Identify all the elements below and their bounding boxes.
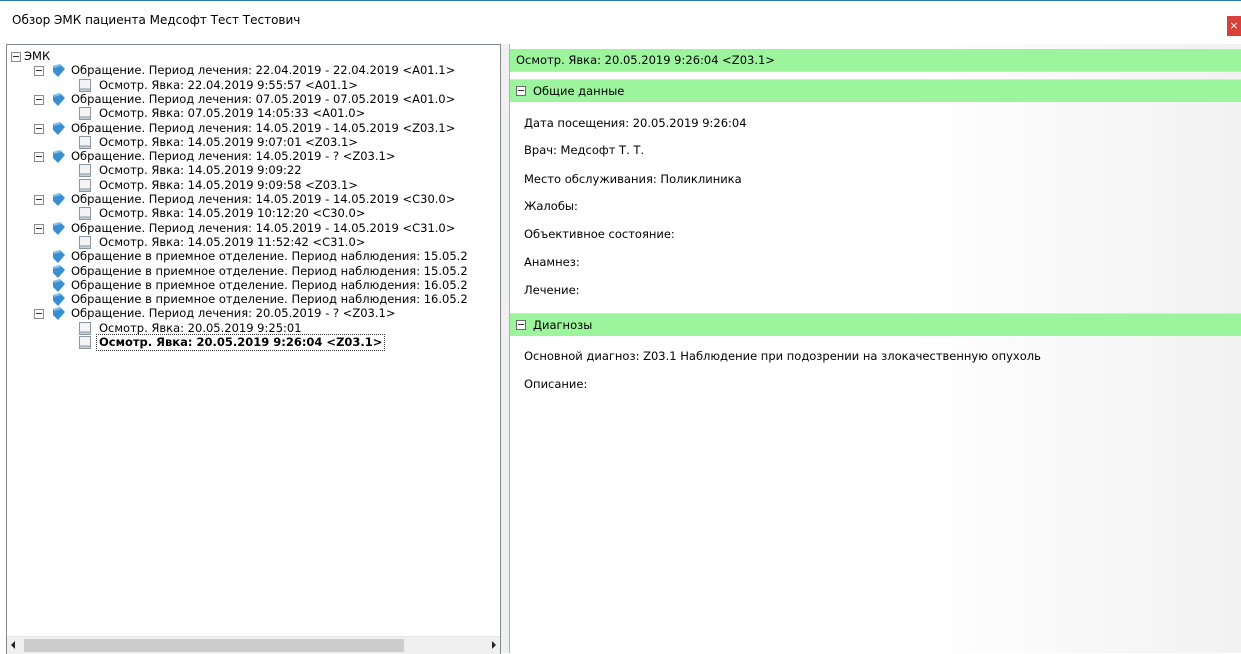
emk-tree-panel: ЭМК Обращение. Период лечения: 22.04.2019… bbox=[6, 44, 501, 654]
tree-node-label: Обращение. Период лечения: 14.05.2019 - … bbox=[71, 220, 456, 235]
visit-date-field: Дата посещения: 20.05.2019 9:26:04 bbox=[524, 116, 747, 130]
tree-node-case[interactable]: Обращение. Период лечения: 07.05.2019 - … bbox=[7, 92, 500, 107]
case-folder-icon bbox=[51, 249, 67, 264]
collapse-icon[interactable] bbox=[34, 94, 44, 105]
case-folder-icon bbox=[51, 221, 67, 236]
tree-node-exam-selected[interactable]: Осмотр. Явка: 20.05.2019 9:26:04 <Z03.1> bbox=[7, 334, 500, 351]
collapse-icon[interactable] bbox=[34, 152, 44, 163]
tree-node-label: Осмотр. Явка: 14.05.2019 11:52:42 <C31.0… bbox=[99, 234, 366, 249]
case-folder-icon bbox=[51, 149, 67, 164]
tree-node-case[interactable]: Обращение. Период лечения: 22.04.2019 - … bbox=[7, 63, 500, 78]
tree-node-label: Осмотр. Явка: 14.05.2019 9:07:01 <Z03.1> bbox=[99, 134, 358, 149]
tree-node-case[interactable]: Обращение. Период лечения: 20.05.2019 - … bbox=[7, 306, 500, 321]
close-button[interactable]: × bbox=[1227, 16, 1241, 36]
collapse-icon[interactable] bbox=[34, 223, 44, 234]
tree-node-label: Обращение в приемное отделение. Период н… bbox=[71, 263, 468, 278]
tree-node-exam[interactable]: Осмотр. Явка: 14.05.2019 9:07:01 <Z03.1> bbox=[7, 135, 500, 150]
case-folder-icon bbox=[51, 92, 67, 107]
tree-node-case[interactable]: Обращение. Период лечения: 14.05.2019 - … bbox=[7, 192, 500, 207]
collapse-icon[interactable] bbox=[516, 320, 526, 330]
detail-panel: Осмотр. Явка: 20.05.2019 9:26:04 <Z03.1>… bbox=[509, 44, 1241, 653]
section-general[interactable]: Общие данные bbox=[510, 79, 1241, 102]
tree-node-exam[interactable]: Осмотр. Явка: 14.05.2019 9:09:58 <Z03.1> bbox=[7, 178, 500, 193]
tree-node-label: Обращение в приемное отделение. Период н… bbox=[71, 292, 468, 307]
document-icon bbox=[77, 235, 93, 250]
tree-node-exam[interactable]: Осмотр. Явка: 22.04.2019 9:55:57 <A01.1> bbox=[7, 78, 500, 93]
case-folder-icon bbox=[51, 121, 67, 136]
case-folder-icon bbox=[51, 292, 67, 307]
tree-node-label: Осмотр. Явка: 22.04.2019 9:55:57 <A01.1> bbox=[99, 77, 358, 92]
description-field: Описание: bbox=[524, 377, 588, 391]
scroll-right-arrow-icon[interactable] bbox=[492, 641, 496, 649]
objective-state-field: Объективное состояние: bbox=[524, 227, 675, 241]
tree-root[interactable]: ЭМК bbox=[7, 49, 500, 64]
horizontal-scrollbar[interactable] bbox=[7, 636, 500, 654]
collapse-icon[interactable] bbox=[34, 123, 44, 134]
tree-node-exam[interactable]: Осмотр. Явка: 14.05.2019 9:09:22 bbox=[7, 163, 500, 178]
tree-node-admission[interactable]: Обращение в приемное отделение. Период н… bbox=[7, 249, 500, 264]
panel-splitter[interactable] bbox=[501, 44, 509, 653]
tree-node-admission[interactable]: Обращение в приемное отделение. Период н… bbox=[7, 292, 500, 307]
case-folder-icon bbox=[51, 63, 67, 78]
tree-root-label: ЭМК bbox=[24, 49, 51, 63]
tree-node-label: Осмотр. Явка: 20.05.2019 9:26:04 <Z03.1> bbox=[96, 334, 386, 351]
title-bar: Обзор ЭМК пациента Медсофт Тест Тестович… bbox=[0, 1, 1241, 39]
tree-node-admission[interactable]: Обращение в приемное отделение. Период н… bbox=[7, 278, 500, 293]
doctor-field: Врач: Медсофт Т. Т. bbox=[524, 143, 645, 157]
tree-node-label: Осмотр. Явка: 14.05.2019 10:12:20 <C30.0… bbox=[99, 206, 366, 221]
section-diagnoses-label: Диагнозы bbox=[533, 318, 593, 332]
tree-node-case[interactable]: Обращение. Период лечения: 14.05.2019 - … bbox=[7, 121, 500, 136]
document-icon bbox=[77, 163, 93, 178]
tree-node-exam[interactable]: Осмотр. Явка: 14.05.2019 10:12:20 <C30.0… bbox=[7, 206, 500, 221]
emk-tree: ЭМК Обращение. Период лечения: 22.04.2019… bbox=[7, 45, 500, 636]
document-icon bbox=[77, 335, 93, 350]
scroll-thumb[interactable] bbox=[24, 639, 404, 652]
tree-node-label: Обращение. Период лечения: 22.04.2019 - … bbox=[71, 63, 456, 78]
tree-node-case[interactable]: Обращение. Период лечения: 14.05.2019 - … bbox=[7, 221, 500, 236]
tree-node-label: Обращение. Период лечения: 14.05.2019 - … bbox=[71, 120, 456, 135]
complaints-field: Жалобы: bbox=[524, 199, 578, 213]
document-icon bbox=[77, 321, 93, 336]
collapse-icon[interactable] bbox=[11, 52, 21, 62]
tree-node-label: Обращение. Период лечения: 07.05.2019 - … bbox=[71, 91, 456, 106]
collapse-icon[interactable] bbox=[516, 86, 526, 96]
main-diagnosis-field: Основной диагноз: Z03.1 Наблюдение при п… bbox=[524, 349, 1041, 363]
case-folder-icon bbox=[51, 192, 67, 207]
tree-node-exam[interactable]: Осмотр. Явка: 07.05.2019 14:05:33 <A01.0… bbox=[7, 106, 500, 121]
document-icon bbox=[77, 178, 93, 193]
treatment-field: Лечение: bbox=[524, 283, 580, 297]
case-folder-icon bbox=[51, 278, 67, 293]
tree-node-label: Осмотр. Явка: 14.05.2019 9:09:58 <Z03.1> bbox=[99, 177, 358, 192]
collapse-icon[interactable] bbox=[34, 309, 44, 320]
document-icon bbox=[77, 135, 93, 150]
tree-node-case[interactable]: Обращение. Период лечения: 14.05.2019 - … bbox=[7, 149, 500, 164]
detail-header-title: Осмотр. Явка: 20.05.2019 9:26:04 <Z03.1> bbox=[516, 53, 775, 67]
case-folder-icon bbox=[51, 264, 67, 279]
anamnesis-field: Анамнез: bbox=[524, 255, 580, 269]
tree-node-label: Обращение в приемное отделение. Период н… bbox=[71, 277, 468, 292]
collapse-icon[interactable] bbox=[34, 195, 44, 205]
collapse-icon[interactable] bbox=[34, 66, 44, 77]
tree-node-label: Обращение. Период лечения: 14.05.2019 - … bbox=[71, 192, 456, 206]
tree-node-label: Осмотр. Явка: 07.05.2019 14:05:33 <A01.0… bbox=[99, 106, 366, 121]
tree-node-label: Обращение. Период лечения: 20.05.2019 - … bbox=[71, 306, 396, 321]
document-icon bbox=[77, 106, 93, 121]
tree-node-label: Обращение. Период лечения: 14.05.2019 - … bbox=[71, 149, 396, 164]
tree-node-exam[interactable]: Осмотр. Явка: 14.05.2019 11:52:42 <C31.0… bbox=[7, 235, 500, 250]
detail-header: Осмотр. Явка: 20.05.2019 9:26:04 <Z03.1> bbox=[510, 49, 1241, 72]
case-folder-icon bbox=[51, 306, 67, 321]
tree-node-label: Осмотр. Явка: 14.05.2019 9:09:22 bbox=[99, 163, 302, 178]
place-field: Место обслуживания: Поликлиника bbox=[524, 172, 742, 186]
scroll-left-arrow-icon[interactable] bbox=[11, 641, 15, 649]
window-title: Обзор ЭМК пациента Медсофт Тест Тестович bbox=[12, 13, 301, 27]
section-general-label: Общие данные bbox=[533, 84, 625, 98]
tree-node-label: Обращение в приемное отделение. Период н… bbox=[71, 249, 468, 264]
section-diagnoses[interactable]: Диагнозы bbox=[510, 313, 1241, 336]
document-icon bbox=[77, 206, 93, 221]
tree-node-admission[interactable]: Обращение в приемное отделение. Период н… bbox=[7, 264, 500, 279]
document-icon bbox=[77, 78, 93, 93]
